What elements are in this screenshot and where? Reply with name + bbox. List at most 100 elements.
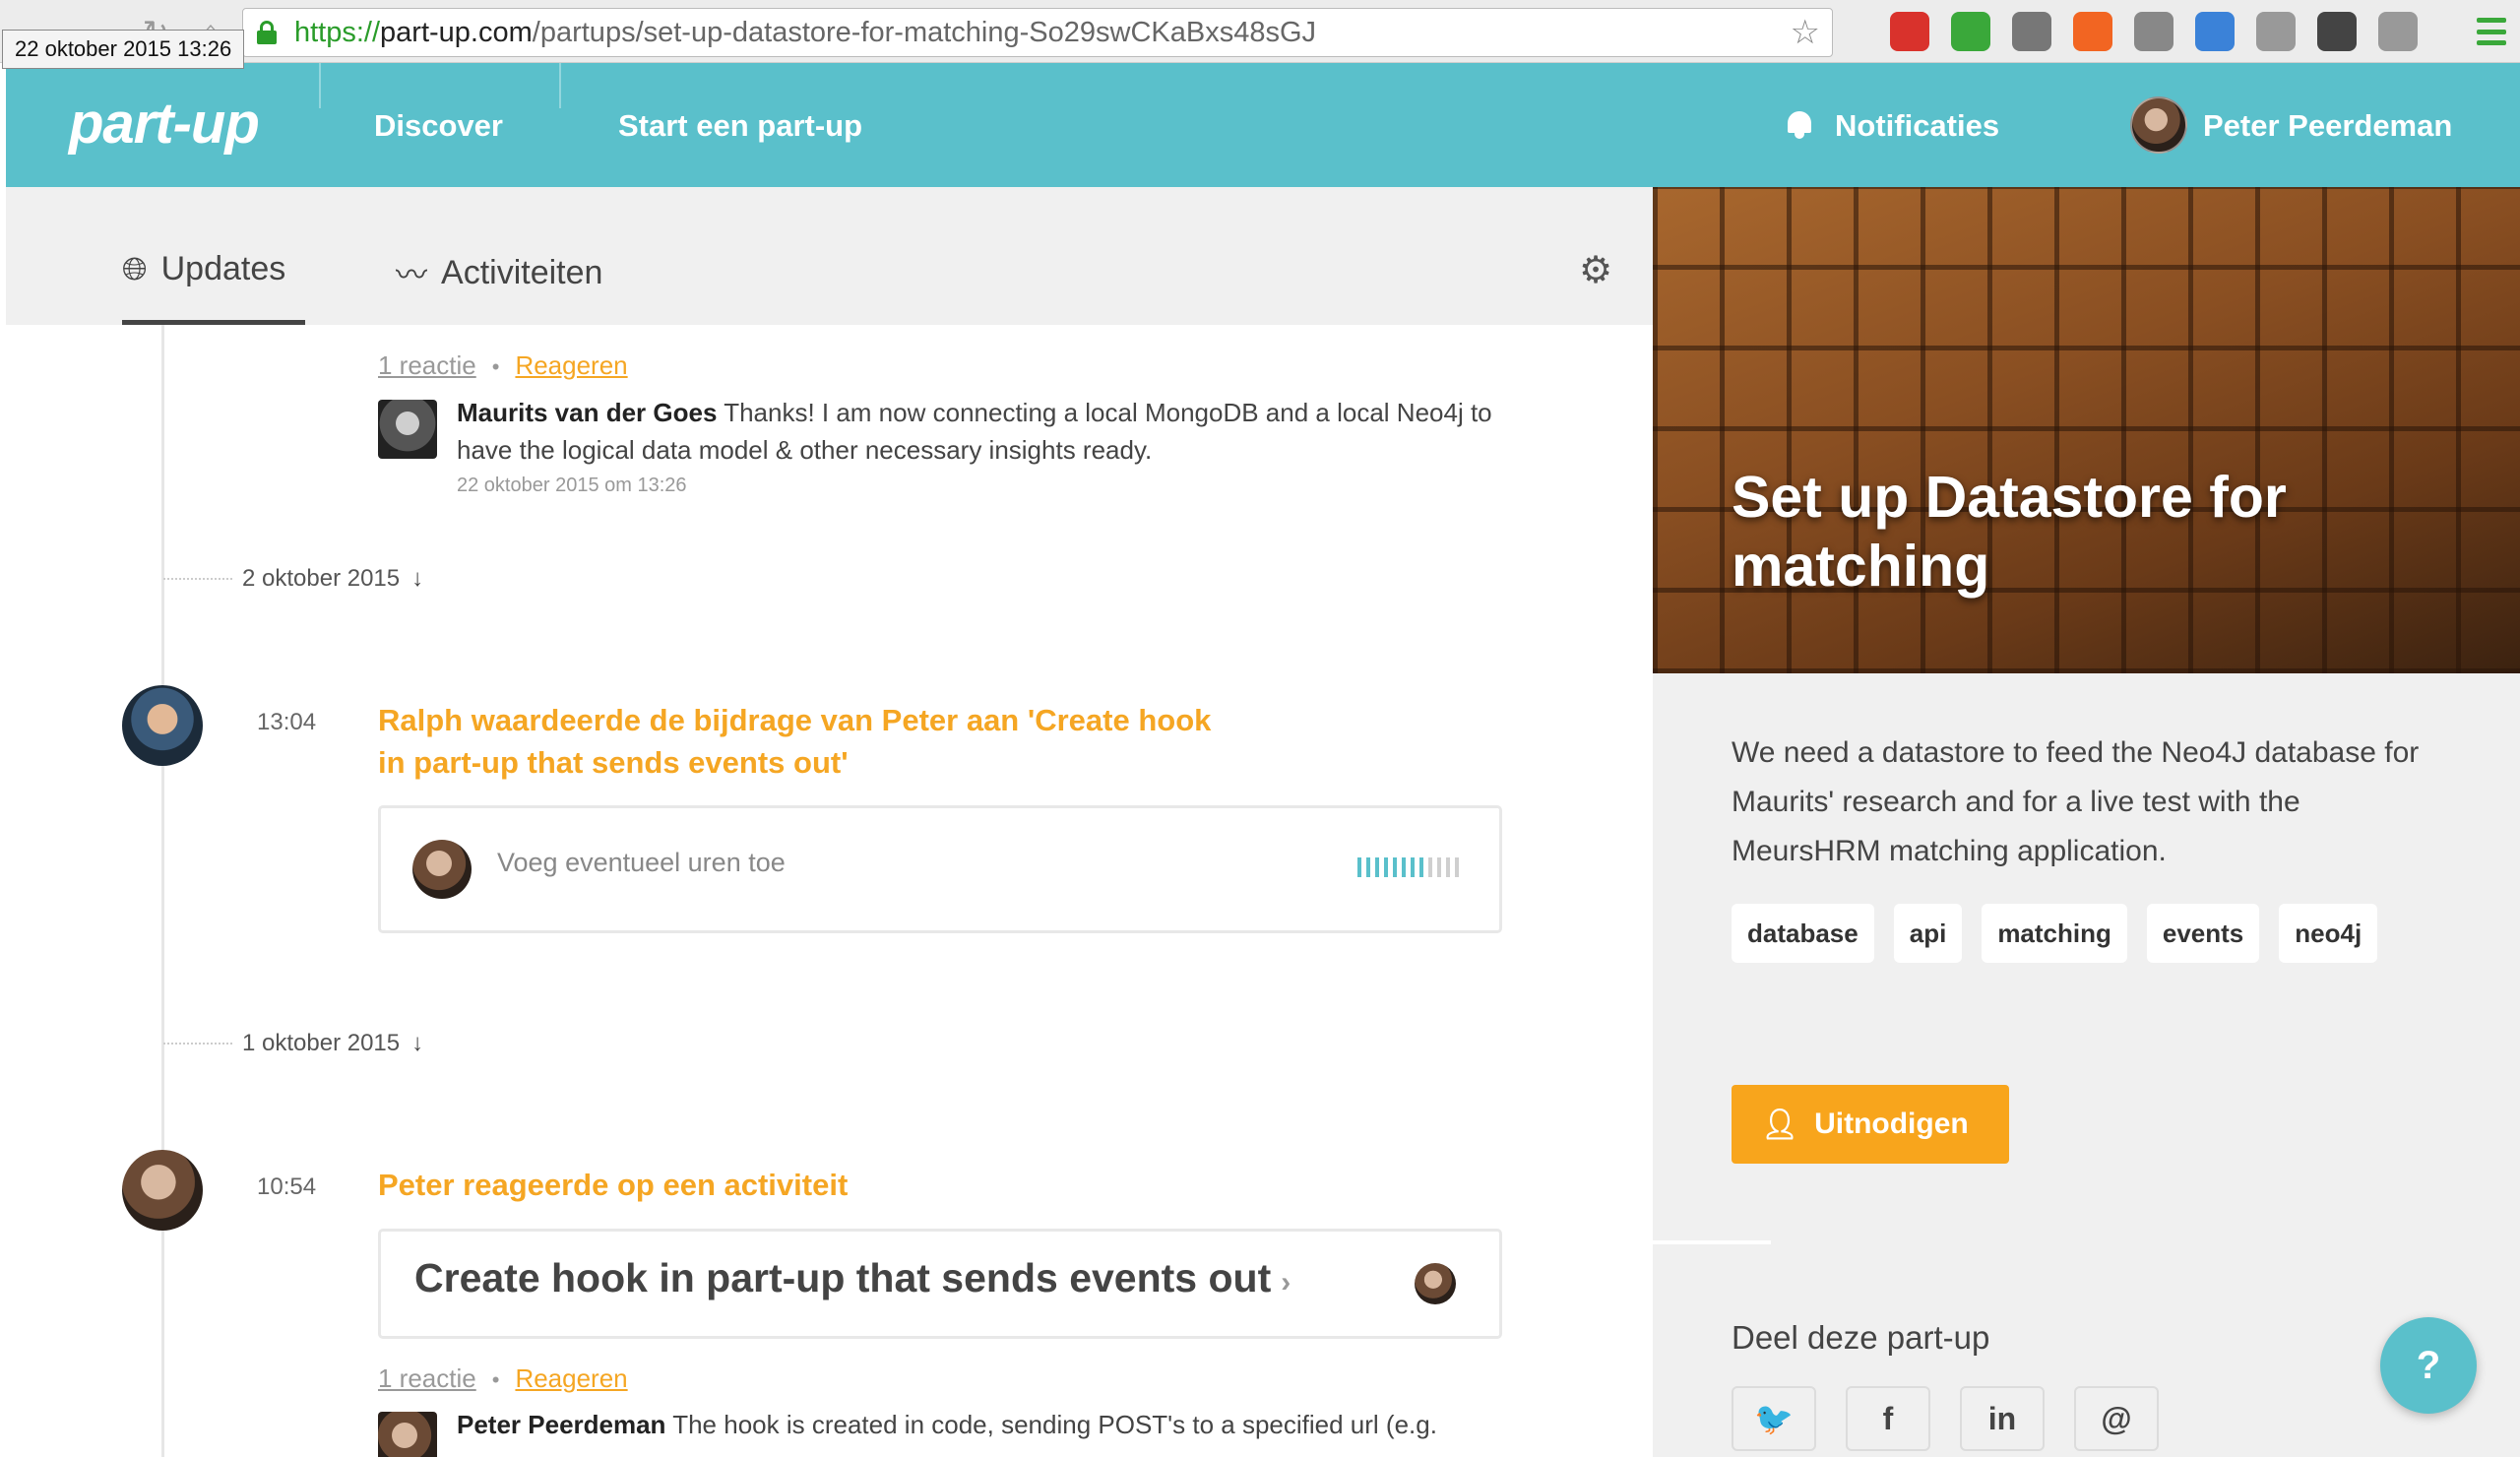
share-title: Deel deze part-up (1732, 1319, 1990, 1356)
hours-tick (1393, 857, 1397, 877)
divider (1653, 1240, 1771, 1244)
hours-tick (1411, 857, 1415, 877)
tag-events[interactable]: events (2146, 904, 2260, 963)
tag-matching[interactable]: matching (1982, 904, 2127, 963)
partup-title: Set up Datastore for matching (1732, 465, 2287, 599)
hours-tick (1419, 857, 1423, 877)
hours-card: Voeg eventueel uren toe (378, 805, 1502, 933)
reactions-link[interactable]: 1 reactie (378, 350, 476, 380)
tab-activities[interactable]: 〰 Activiteiten (396, 250, 602, 295)
hours-tick (1455, 857, 1459, 877)
nav-divider (319, 63, 321, 108)
date-label: 2 oktober 2015 (242, 565, 401, 592)
updates-feed: 1 reactie • Reageren Maurits van der Goes … (6, 325, 1653, 1457)
card-avatar[interactable] (412, 840, 472, 899)
email-icon[interactable]: @ (2074, 1386, 2159, 1451)
comment-avatar[interactable] (378, 1412, 437, 1457)
hours-tick (1384, 857, 1388, 877)
activity-title[interactable]: Ralph waardeerde de bijdrage van Peter a… (378, 699, 1225, 784)
tab-updates[interactable]: 🌐︎ Updates (122, 250, 285, 288)
tab-bar: 🌐︎ Updates 〰 Activiteiten ⚙ (6, 187, 1653, 325)
comment-avatar[interactable] (378, 400, 437, 459)
chat-help-icon: ? (2416, 1344, 2441, 1387)
date-marker: 2 oktober 2015 ↓ (163, 559, 423, 599)
reaction-bar: 1 reactie • Reageren (378, 350, 628, 381)
ublock-icon[interactable] (1890, 12, 1929, 51)
url-text[interactable]: https://part-up.com/partups/set-up-datas… (294, 9, 1316, 56)
activity-avatar[interactable] (122, 1150, 203, 1231)
arrow-down-icon: ↓ (411, 1030, 424, 1056)
reply-link[interactable]: Reageren (515, 350, 627, 380)
download-icon[interactable] (2134, 12, 2174, 51)
comment-author[interactable]: Maurits van der Goes (457, 398, 717, 427)
bell-icon[interactable] (1785, 109, 1814, 141)
plane-icon[interactable] (2012, 12, 2051, 51)
react-icon[interactable] (2256, 12, 2296, 51)
invite-button[interactable]: 👤︎ Uitnodigen (1732, 1085, 2009, 1164)
chevron-right-icon: › (1281, 1266, 1292, 1299)
user-avatar[interactable] (2130, 96, 2187, 154)
linkedin-icon[interactable]: in (1960, 1386, 2045, 1451)
share-buttons: 🐦 f in @ (1732, 1386, 2159, 1451)
comment: Peter Peerdeman The hook is created in c… (378, 1406, 1500, 1457)
date-label: 1 oktober 2015 (242, 1030, 401, 1056)
globe-icon: 🌐︎ (122, 250, 148, 286)
activity-card[interactable]: Create hook in part-up that sends events… (378, 1229, 1502, 1339)
extension-icons (1890, 10, 2418, 53)
tag-database[interactable]: database (1732, 904, 1874, 963)
reactions-link[interactable]: 1 reactie (378, 1363, 476, 1393)
partup-description: We need a datastore to feed the Neo4J da… (1732, 736, 2420, 867)
lock-icon (257, 21, 277, 44)
activity-card-title[interactable]: Create hook in part-up that sends events… (414, 1255, 1291, 1301)
activity-title[interactable]: Peter reageerde op een activiteit (378, 1164, 1225, 1206)
browser-toolbar: ← → ↻ ⌂ https://part-up.com/partups/set-… (0, 0, 2520, 63)
comment-text: Maurits van der Goes Thanks! I am now co… (457, 394, 1500, 469)
hours-tick (1402, 857, 1406, 877)
comment-date: 22 oktober 2015 om 13:26 (457, 475, 687, 496)
facebook-icon[interactable]: f (1846, 1386, 1930, 1451)
bracket-icon[interactable] (2195, 12, 2235, 51)
nav-notifications[interactable]: Notificaties (1835, 108, 1999, 144)
card-avatar[interactable] (1415, 1263, 1456, 1304)
hours-tick (1366, 857, 1370, 877)
activity-time: 10:54 (257, 1173, 317, 1200)
hours-slider[interactable] (1357, 857, 1459, 877)
gear-icon[interactable]: ⚙ (1579, 248, 1612, 292)
hours-tick (1437, 857, 1441, 877)
browser-menu-icon[interactable] (2477, 18, 2506, 45)
activity-time: 13:04 (257, 709, 317, 735)
tag-list: database api matching events neo4j (1732, 904, 2440, 963)
hours-input[interactable]: Voeg eventueel uren toe (497, 848, 786, 878)
separator: • (491, 1367, 500, 1392)
activity-line-icon: 〰 (396, 257, 428, 292)
reaction-bar: 1 reactie • Reageren (378, 1363, 628, 1394)
leaf-icon[interactable] (1951, 12, 1990, 51)
tag-api[interactable]: api (1893, 904, 1963, 963)
nav-discover[interactable]: Discover (374, 108, 503, 144)
activity-avatar[interactable] (122, 685, 203, 766)
address-bar[interactable]: https://part-up.com/partups/set-up-datas… (242, 8, 1833, 57)
add-user-icon: 👤︎ (1761, 1108, 1799, 1141)
comment: Maurits van der Goes Thanks! I am now co… (378, 394, 1500, 512)
lifebuoy-icon[interactable] (2073, 12, 2112, 51)
twitter-icon[interactable]: 🐦 (1732, 1386, 1816, 1451)
invite-label: Uitnodigen (1814, 1108, 1969, 1140)
separator: • (491, 354, 500, 379)
hours-tick (1375, 857, 1379, 877)
circle-icon[interactable] (2378, 12, 2418, 51)
comment-text: Peter Peerdeman The hook is created in c… (457, 1406, 1437, 1443)
tag-neo4j[interactable]: neo4j (2279, 904, 2378, 963)
help-button[interactable]: ? (2380, 1317, 2477, 1414)
pen-icon[interactable] (2317, 12, 2357, 51)
bookmark-star-icon[interactable]: ☆ (1791, 15, 1820, 50)
comment-body: The hook is created in code, sending POS… (672, 1410, 1437, 1439)
logo[interactable]: part-up (69, 91, 260, 157)
hours-tick (1428, 857, 1432, 877)
reply-link[interactable]: Reageren (515, 1363, 627, 1393)
arrow-down-icon: ↓ (411, 565, 424, 592)
nav-user-name[interactable]: Peter Peerdeman (2203, 108, 2452, 144)
tooltip: 22 oktober 2015 13:26 (2, 30, 245, 69)
top-navigation: part-up Discover Start een part-up Notif… (6, 63, 2520, 187)
nav-start-partup[interactable]: Start een part-up (618, 108, 862, 144)
comment-author[interactable]: Peter Peerdeman (457, 1410, 665, 1439)
